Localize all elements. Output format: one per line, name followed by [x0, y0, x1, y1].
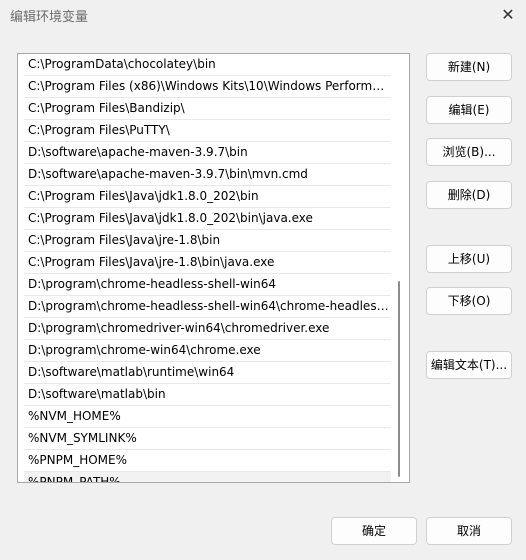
path-list-item[interactable]: D:\program\chrome-win64\chrome.exe	[24, 340, 391, 362]
move-down-button[interactable]: 下移(O)	[426, 287, 512, 315]
path-list-item[interactable]: D:\program\chrome-headless-shell-win64\c…	[24, 296, 391, 318]
path-list-item[interactable]: D:\software\apache-maven-3.9.7\bin\mvn.c…	[24, 164, 391, 186]
move-up-button[interactable]: 上移(U)	[426, 245, 512, 273]
title-bar[interactable]: 编辑环境变量 ✕	[0, 0, 526, 30]
path-list-item[interactable]: C:\Program Files\PuTTY\	[24, 120, 391, 142]
cancel-button[interactable]: 取消	[426, 517, 512, 545]
scrollbar-thumb[interactable]	[398, 281, 400, 477]
path-list-item[interactable]: D:\program\chromedriver-win64\chromedriv…	[24, 318, 391, 340]
path-list-item[interactable]: C:\ProgramData\chocolatey\bin	[24, 54, 391, 76]
edit-env-variable-dialog: 编辑环境变量 ✕ C:\ProgramData\chocolatey\bin C:…	[0, 0, 526, 560]
path-list-item[interactable]: D:\program\chrome-headless-shell-win64	[24, 274, 391, 296]
path-list-item[interactable]: %NVM_HOME%	[24, 406, 391, 428]
path-list-item[interactable]: %PNPM_PATH%	[24, 472, 391, 482]
path-list-item[interactable]: C:\Program Files\Java\jre-1.8\bin\java.e…	[24, 252, 391, 274]
edit-text-button[interactable]: 编辑文本(T)...	[426, 351, 512, 379]
dialog-title: 编辑环境变量	[10, 10, 89, 25]
path-list-items: C:\ProgramData\chocolatey\bin C:\Program …	[24, 54, 391, 482]
path-list-item[interactable]: D:\software\matlab\runtime\win64	[24, 362, 391, 384]
path-list-item[interactable]: C:\Program Files\Java\jdk1.8.0_202\bin\j…	[24, 208, 391, 230]
path-list[interactable]: C:\ProgramData\chocolatey\bin C:\Program …	[17, 53, 410, 483]
path-list-item[interactable]: %NVM_SYMLINK%	[24, 428, 391, 450]
edit-button[interactable]: 编辑(E)	[426, 96, 512, 124]
browse-button[interactable]: 浏览(B)...	[426, 138, 512, 166]
path-list-item[interactable]: D:\software\apache-maven-3.9.7\bin	[24, 142, 391, 164]
path-list-item[interactable]: C:\Program Files\Java\jre-1.8\bin	[24, 230, 391, 252]
path-list-item[interactable]: C:\Program Files (x86)\Windows Kits\10\W…	[24, 76, 391, 98]
ok-button[interactable]: 确定	[331, 517, 417, 545]
new-button[interactable]: 新建(N)	[426, 53, 512, 81]
path-list-item[interactable]: C:\Program Files\Java\jdk1.8.0_202\bin	[24, 186, 391, 208]
path-list-item[interactable]: D:\software\matlab\bin	[24, 384, 391, 406]
path-list-item[interactable]: %PNPM_HOME%	[24, 450, 391, 472]
delete-button[interactable]: 删除(D)	[426, 181, 512, 209]
close-icon[interactable]: ✕	[496, 3, 520, 27]
path-list-item[interactable]: C:\Program Files\Bandizip\	[24, 98, 391, 120]
